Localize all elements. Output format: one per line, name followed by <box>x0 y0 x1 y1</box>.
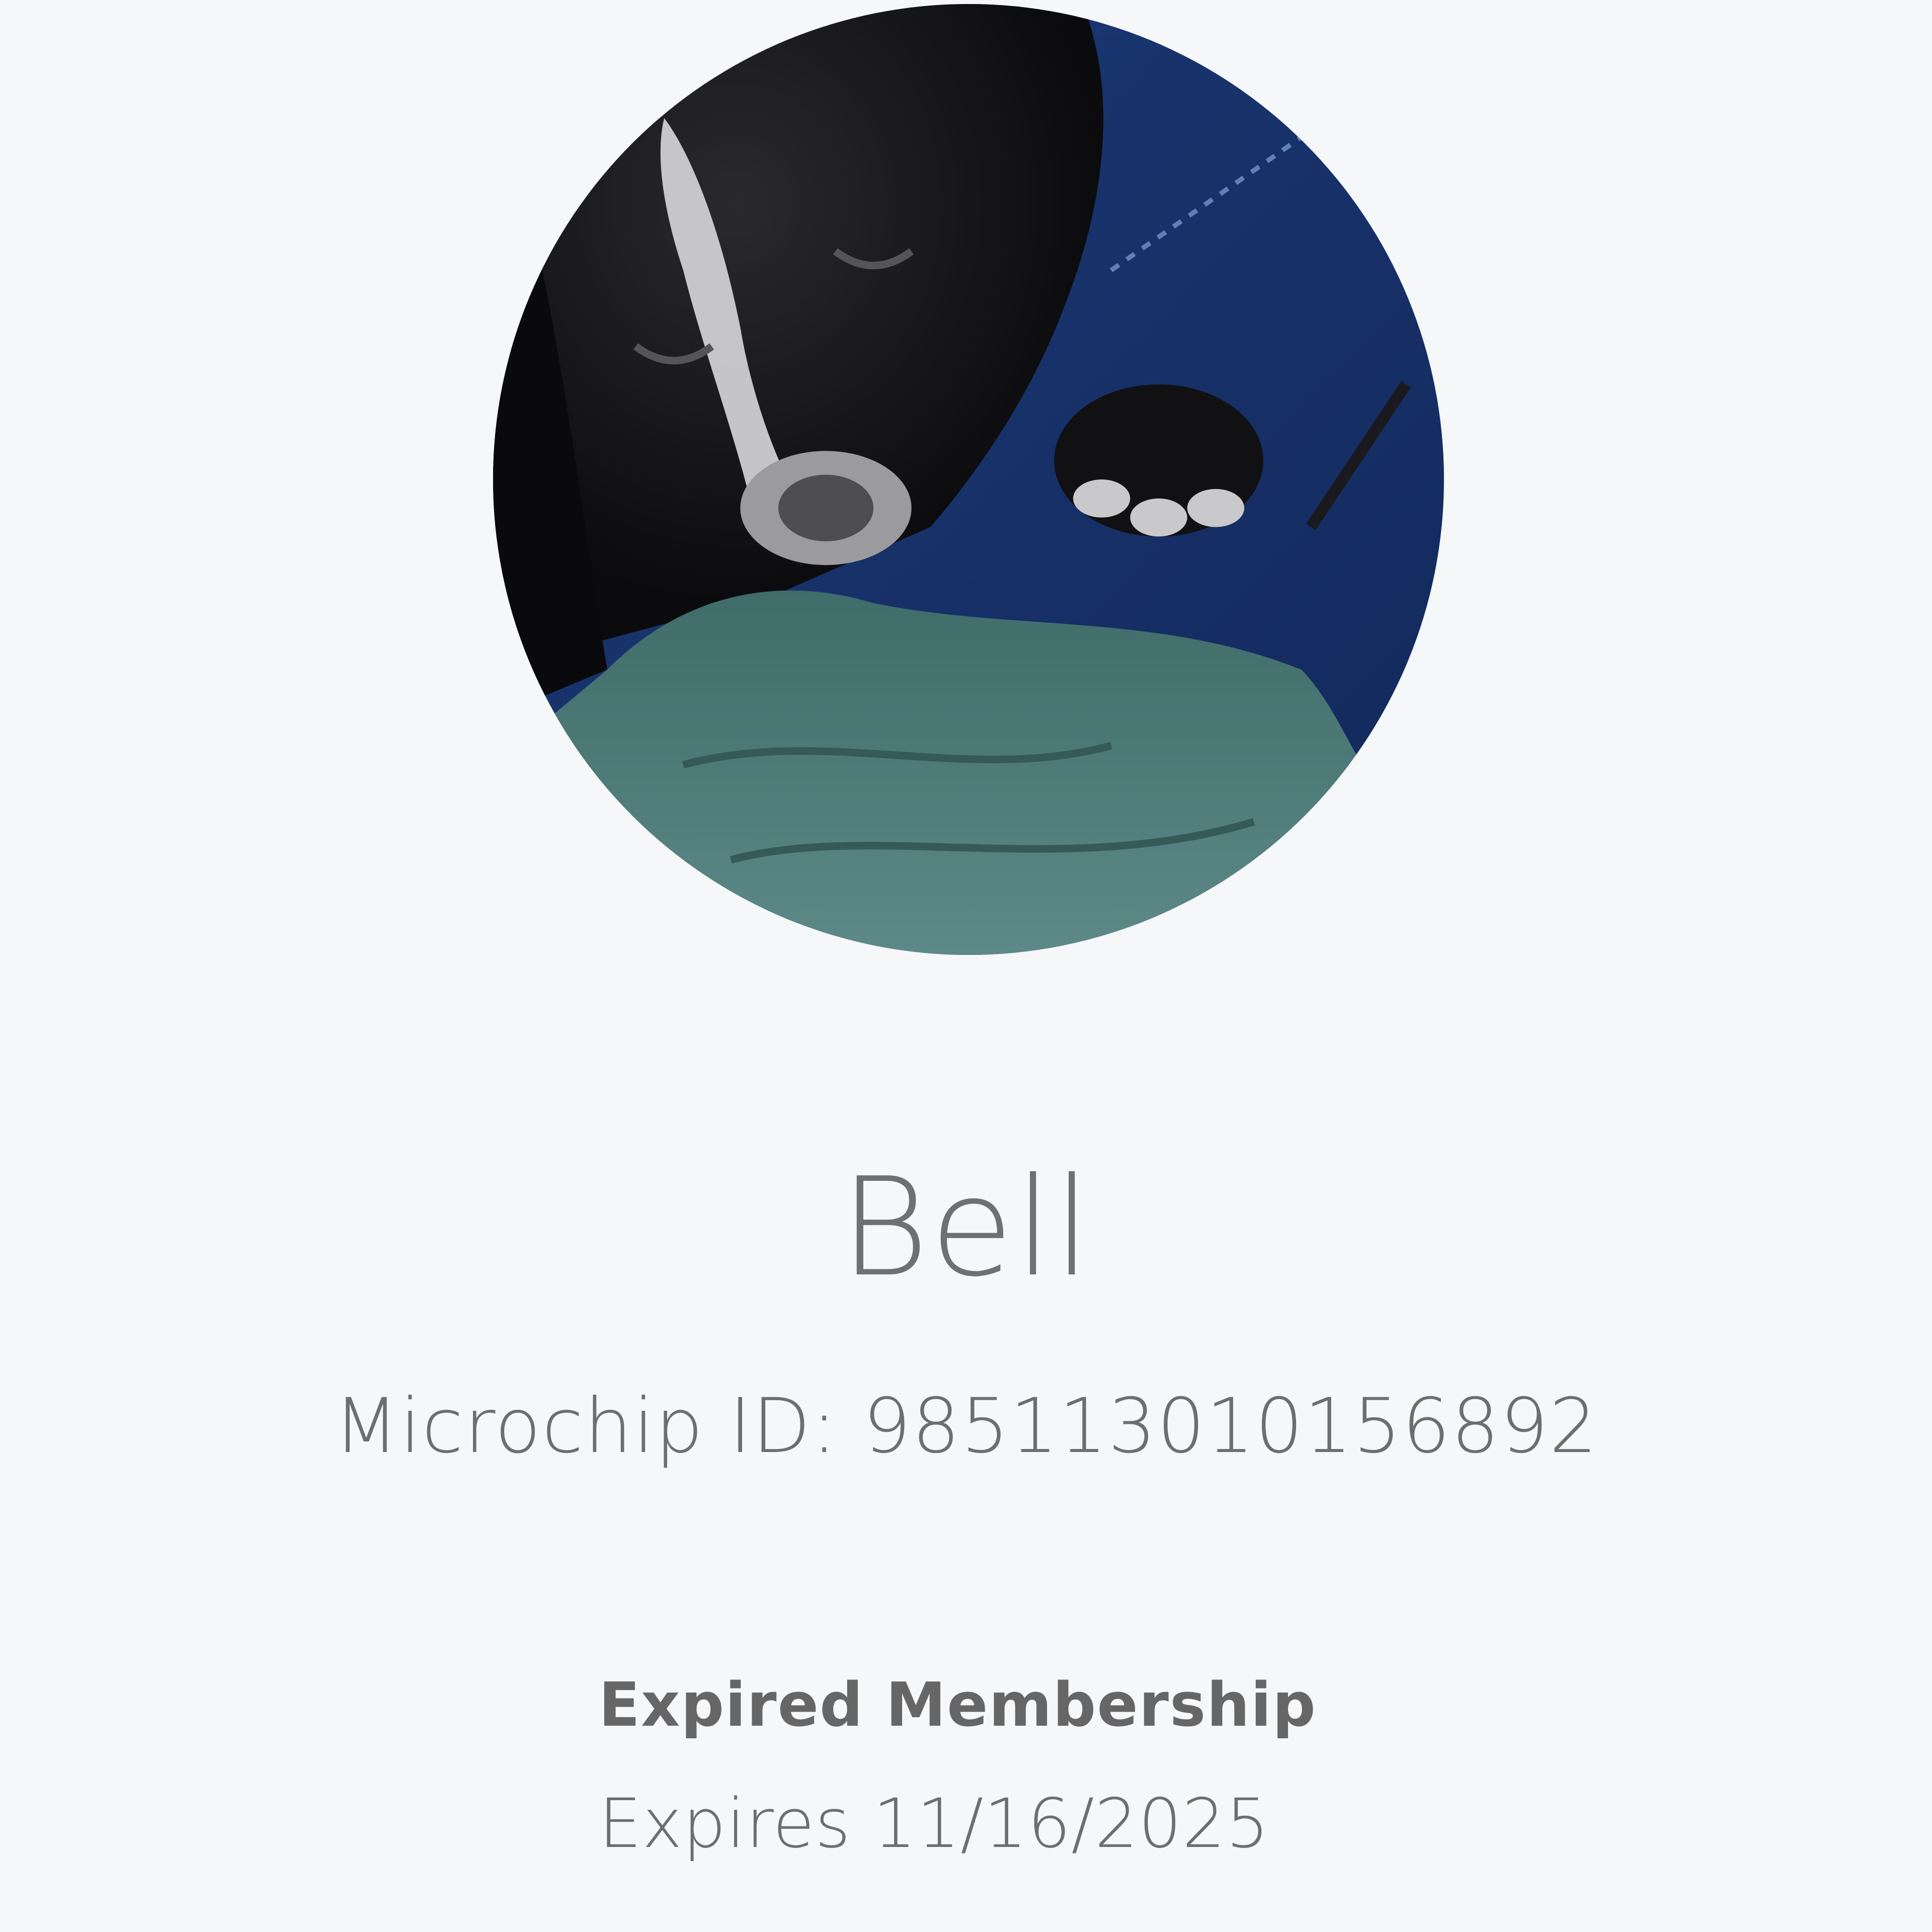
microchip-id: Microchip ID: 985113010156892 <box>334 1383 1598 1470</box>
pet-name: Bell <box>840 1148 1092 1307</box>
membership-expiry-date: Expires 11/16/2025 <box>599 1784 1270 1863</box>
pet-photo-image <box>493 4 1444 955</box>
pet-photo[interactable] <box>493 4 1444 955</box>
membership-status: Expired Membership <box>599 1670 1317 1740</box>
pet-profile-page: Bell Microchip ID: 985113010156892 Expir… <box>0 0 1932 1932</box>
membership-section: Expired Membership Expires 11/16/2025 <box>599 1665 1605 1867</box>
